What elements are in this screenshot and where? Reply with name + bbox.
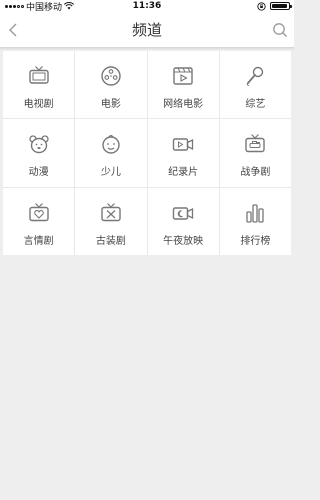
channel-anime[interactable]: 动漫 [3, 119, 75, 187]
channel-war-drama[interactable]: 战争剧 [219, 119, 291, 187]
channel-ranking[interactable]: 排行榜 [219, 187, 291, 255]
night-camera-icon [170, 200, 196, 226]
channel-label: 排行榜 [240, 235, 271, 247]
channel-label: 网络电影 [163, 99, 204, 111]
channel-variety[interactable]: 综艺 [219, 51, 291, 119]
microphone-icon [242, 63, 268, 89]
orientation-lock-icon [257, 1, 266, 11]
search-icon [273, 23, 287, 37]
child-face-icon [98, 131, 124, 157]
nav-shadow [0, 48, 294, 50]
ranking-bars-icon [242, 200, 268, 226]
crossed-swords-tv-icon [98, 200, 124, 226]
page-title: 频道 [131, 21, 162, 39]
channel-label: 电影 [100, 99, 121, 111]
channel-label: 纪录片 [168, 167, 199, 179]
channel-documentary[interactable]: 纪录片 [147, 119, 219, 187]
battery-icon [270, 2, 292, 10]
status-bar: 中国移动 11:36 [0, 0, 294, 13]
search-button[interactable] [268, 18, 292, 42]
channel-label: 少儿 [100, 167, 121, 179]
camera-icon [170, 131, 196, 157]
channel-romance[interactable]: 言情剧 [3, 187, 75, 255]
channel-grid: 电视剧 电影 网络电影 综艺 动漫 少儿 纪录片 战争剧 言情剧 古装剧 午夜放… [3, 51, 291, 255]
video-player-icon [170, 63, 196, 89]
channel-midnight-screening[interactable]: 午夜放映 [147, 187, 219, 255]
status-time: 11:36 [132, 1, 162, 11]
channel-label: 综艺 [245, 99, 266, 111]
channel-label: 战争剧 [240, 167, 271, 179]
channel-kids[interactable]: 少儿 [75, 119, 147, 187]
tv-icon [26, 63, 52, 89]
heart-tv-icon [26, 200, 52, 226]
tank-tv-icon [242, 131, 268, 157]
channel-web-movie[interactable]: 网络电影 [147, 51, 219, 119]
channel-label: 古装剧 [95, 235, 126, 247]
status-right [257, 0, 292, 12]
battery-fill [272, 4, 288, 8]
film-reel-icon [98, 63, 124, 89]
channel-tv-series[interactable]: 电视剧 [3, 51, 75, 119]
channel-label: 言情剧 [23, 235, 54, 247]
channel-label: 电视剧 [23, 99, 54, 111]
bear-face-icon [26, 131, 52, 157]
channel-label: 午夜放映 [163, 235, 204, 247]
channel-label: 动漫 [28, 167, 49, 179]
channel-costume-drama[interactable]: 古装剧 [75, 187, 147, 255]
channel-movie[interactable]: 电影 [75, 51, 147, 119]
nav-bar: 频道 [0, 12, 294, 48]
